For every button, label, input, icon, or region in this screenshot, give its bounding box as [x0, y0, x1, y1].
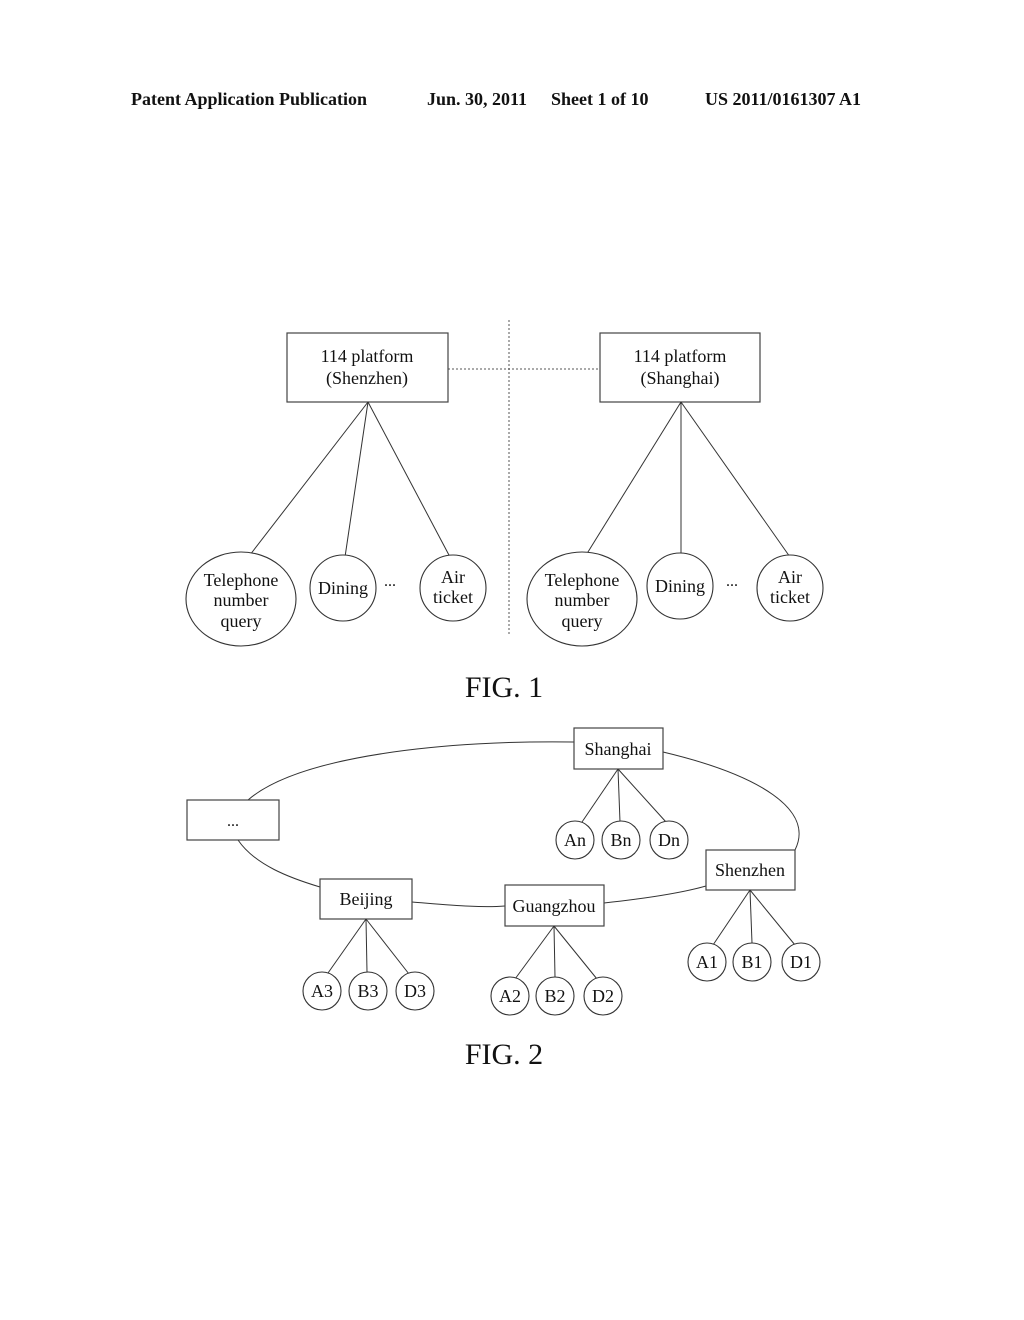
svg-text:A2: A2: [499, 986, 521, 1006]
leaf-a2: A2: [490, 976, 530, 1016]
figure-1: 114 platform (Shenzhen) Telephone number…: [185, 320, 824, 704]
svg-text:number: number: [555, 590, 610, 610]
platform-shanghai-line1: 114 platform: [634, 346, 727, 366]
leaf-d2: D2: [583, 976, 623, 1016]
leaf-d3: D3: [395, 971, 435, 1011]
platform-shenzhen: 114 platform (Shenzhen): [286, 332, 449, 403]
service-air-ticket-right: Air ticket: [756, 554, 824, 622]
link: [749, 889, 796, 946]
svg-text:ticket: ticket: [433, 587, 473, 607]
link: [553, 925, 598, 980]
svg-text:B2: B2: [544, 986, 565, 1006]
svg-text:B1: B1: [741, 952, 762, 972]
svg-text:D2: D2: [592, 986, 614, 1006]
link: [553, 925, 556, 978]
leaf-b2: B2: [535, 976, 575, 1016]
svg-text:Beijing: Beijing: [340, 889, 393, 909]
ring-arc: [603, 885, 707, 904]
node-beijing: Beijing: [319, 878, 413, 920]
link: [365, 918, 368, 973]
leaf-dn: Dn: [649, 820, 689, 860]
svg-text:query: query: [221, 611, 262, 631]
leaf-b1: B1: [732, 942, 772, 982]
svg-text:A1: A1: [696, 952, 718, 972]
node-shenzhen: Shenzhen: [705, 849, 796, 891]
platform-shenzhen-line2: (Shenzhen): [326, 368, 408, 389]
svg-text:An: An: [564, 830, 586, 850]
platform-shanghai-line2: (Shanghai): [641, 368, 720, 389]
svg-text:Dining: Dining: [318, 578, 368, 598]
figure-2-caption: FIG. 2: [465, 1038, 543, 1071]
node-ellipsis: ...: [186, 799, 280, 841]
node-guangzhou: Guangzhou: [504, 884, 605, 927]
link: [242, 401, 369, 565]
link: [327, 918, 367, 974]
platform-shenzhen-line1: 114 platform: [321, 346, 414, 366]
ellipsis: ...: [726, 573, 738, 590]
link: [582, 401, 682, 561]
svg-text:Dn: Dn: [658, 830, 680, 850]
leaf-b3: B3: [348, 971, 388, 1011]
service-air-ticket-left: Air ticket: [419, 554, 487, 622]
service-dining-right: Dining: [646, 552, 714, 620]
svg-text:Telephone: Telephone: [204, 570, 279, 590]
link: [581, 768, 619, 823]
leaf-bn: Bn: [601, 820, 641, 860]
link: [617, 768, 667, 823]
link: [617, 768, 621, 823]
link: [680, 401, 791, 558]
svg-text:number: number: [214, 590, 269, 610]
leaf-a1: A1: [687, 942, 727, 982]
svg-text:Air: Air: [778, 567, 802, 587]
svg-text:Shanghai: Shanghai: [585, 739, 652, 759]
leaf-an: An: [555, 820, 595, 860]
svg-text:D1: D1: [790, 952, 812, 972]
svg-text:ticket: ticket: [770, 587, 810, 607]
svg-text:D3: D3: [404, 981, 426, 1001]
ring-arc: [237, 839, 321, 888]
svg-text:Dining: Dining: [655, 576, 705, 596]
link: [514, 925, 555, 980]
figure-2: ... Shanghai An Bn Dn Shenzhen A1 B1 D1 …: [186, 727, 821, 1071]
link: [344, 401, 369, 558]
service-dining-left: Dining: [309, 554, 377, 622]
leaf-a3: A3: [302, 971, 342, 1011]
svg-text:Air: Air: [441, 567, 465, 587]
figure-1-caption: FIG. 1: [465, 671, 543, 704]
link: [367, 401, 451, 558]
link: [749, 889, 753, 944]
ellipsis: ...: [384, 573, 396, 590]
platform-shanghai: 114 platform (Shanghai): [599, 332, 761, 403]
ring-arc: [411, 901, 506, 908]
ring-arc: [247, 741, 575, 801]
svg-text:query: query: [562, 611, 603, 631]
node-shanghai: Shanghai: [573, 727, 664, 770]
svg-text:Bn: Bn: [610, 830, 631, 850]
svg-text:Shenzhen: Shenzhen: [715, 860, 785, 880]
service-telephone-left: Telephone number query: [185, 551, 297, 647]
patent-drawing-sheet: 114 platform (Shenzhen) Telephone number…: [185, 320, 824, 1071]
link: [365, 918, 410, 975]
service-telephone-right: Telephone number query: [526, 551, 638, 647]
link: [712, 889, 751, 946]
svg-text:Telephone: Telephone: [545, 570, 620, 590]
svg-text:...: ...: [227, 813, 239, 830]
svg-text:A3: A3: [311, 981, 333, 1001]
svg-text:B3: B3: [357, 981, 378, 1001]
leaf-d1: D1: [781, 942, 821, 982]
svg-text:Guangzhou: Guangzhou: [513, 896, 596, 916]
